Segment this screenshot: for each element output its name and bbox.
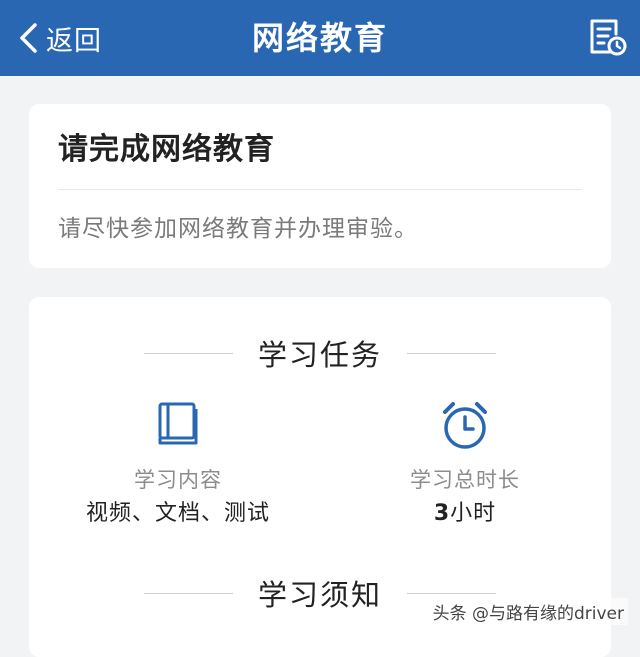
notice-description: 请尽快参加网络教育并办理审验。 <box>58 216 418 242</box>
watermark: 头条 @与路有缘的driver <box>428 598 628 625</box>
study-duration-label: 学习总时长 <box>410 468 520 492</box>
study-content-value: 视频、文档、测试 <box>85 501 270 526</box>
study-content-label: 学习内容 <box>134 468 222 492</box>
document-clock-icon <box>586 19 628 62</box>
header-line-right <box>407 352 496 354</box>
study-notes-title: 学习须知 <box>257 578 382 612</box>
header-line-right <box>407 592 496 594</box>
header-line-left <box>143 352 233 354</box>
header-line-left <box>143 592 233 594</box>
top-navigation-bar: 返回 网络教育 <box>0 0 640 76</box>
notice-card: 请完成网络教育 请尽快参加网络教育并办理审验。 <box>29 104 611 268</box>
page-title: 网络教育 <box>251 19 388 57</box>
study-task-header: 学习任务 <box>29 333 611 373</box>
study-record-button[interactable] <box>586 16 628 58</box>
notice-title: 请完成网络教育 <box>58 132 275 167</box>
study-duration-value: 3小时 <box>433 501 497 526</box>
divider <box>58 189 582 190</box>
book-icon <box>48 399 308 453</box>
study-duration-info: 学习总时长 3小时 <box>335 399 595 529</box>
study-task-title: 学习任务 <box>257 338 382 372</box>
alarm-clock-icon <box>335 399 595 453</box>
study-content-info: 学习内容 视频、文档、测试 <box>48 399 308 529</box>
